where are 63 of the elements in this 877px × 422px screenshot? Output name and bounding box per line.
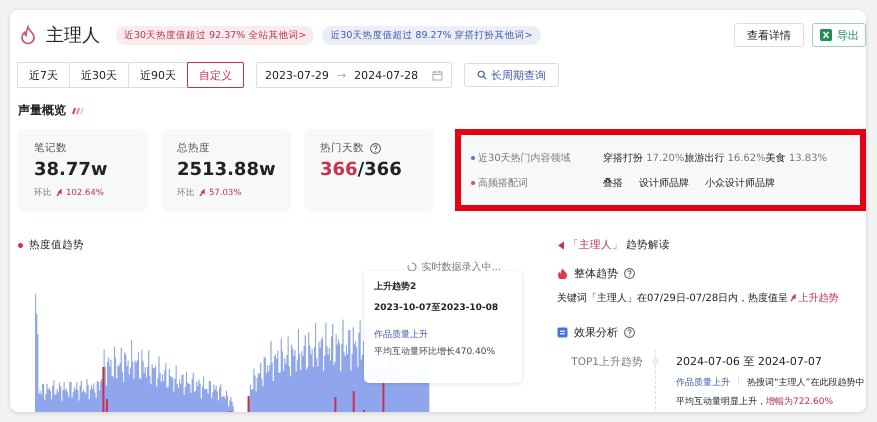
tooltip-title: 上升趋势2 [374,280,418,293]
status-text: 实时数据录入中... [421,260,501,274]
subsection-title: 整体趋势 [574,266,618,281]
pointer-icon [557,240,565,250]
flame-icon [557,268,568,279]
panel-title: 趋势解读 [626,238,670,252]
change-value: 102.64% [66,188,104,198]
compare-label: 环比 [177,187,195,199]
range-tab[interactable]: 近7天 [17,62,70,88]
keyword-title: 主理人 [46,24,100,47]
bullet-dot [18,242,23,248]
domain-share: 美食 13.83% [766,152,827,164]
related-word: 设计师品牌 [639,176,689,190]
rank-label: TOP1上升趋势 [570,355,643,370]
period-dates: 2024-07-06 至 2024-07-07 [676,354,823,369]
date-range-field[interactable]: 2023-07-29 → 2024-07-28 [256,62,452,88]
stat-label: 总热度 [177,141,210,155]
stat-label: 笔记数 [34,141,67,155]
tooltip-reason: 作品质量上升 [374,328,429,341]
stat-value: 2513.88w [177,159,275,180]
row-label: 高频搭配词 [478,176,529,190]
keyword-label: 「主理人」 [568,238,623,252]
highlighted-bar [382,381,384,412]
related-word: 小众设计师品牌 [705,176,775,190]
range-tab[interactable]: 近30天 [69,62,129,88]
range-tab[interactable]: 自定义 [187,62,244,88]
document-icon [557,327,568,338]
slash-marks-icon [70,106,86,114]
excel-icon [819,28,833,42]
trend-summary: 关键词「主理人」在07/29日-07/28日内，热度值呈 [557,292,788,305]
tooltip-detail: 平均互动量环比增长470.40% [374,346,496,358]
tooltip-dates: 2023-10-07至2023-10-08 [374,302,500,314]
chart-title: 热度值趋势 [29,238,84,252]
calendar-icon [432,70,443,80]
related-word: 叠搭 [603,176,623,190]
stat-label: 热门天数 [320,141,364,155]
trend-result: 上升趋势 [798,292,838,305]
help-icon [624,268,635,279]
range-tab[interactable]: 近90天 [128,62,188,88]
loading-icon [407,262,418,272]
highlighted-bar [248,396,250,412]
help-icon [624,327,635,338]
domain-share: 穿搭打扮 17.20% [603,152,684,164]
ranking-link[interactable]: 近30天热度值超过 92.37% 全站其他词> [116,26,314,44]
long-period-query-button[interactable]: 长周期查询 [464,63,559,87]
stat-value: 366/366 [320,159,403,180]
details-button[interactable]: 查看详情 [734,23,804,47]
analysis-text: 作品质量上升 热搜词“主理人”在此段趋势中平均互动量明显上升，增幅为722.60% [676,375,866,409]
section-title: 声量概览 [18,102,66,119]
export-button[interactable]: 导出 [812,23,866,47]
ranking-link[interactable]: 近30天热度值超过 89.27% 穿搭打扮其他词> [322,26,541,44]
flame-logo-icon [18,25,38,45]
help-icon [370,142,381,154]
highlighted-bar [334,397,336,412]
change-value: 57.03% [209,188,242,198]
search-icon [477,70,487,80]
subsection-title: 效果分析 [574,325,618,340]
highlighted-bar [352,391,355,412]
domain-share: 旅游出行 16.62% [684,152,766,164]
compare-label: 环比 [34,187,52,199]
stat-value: 38.77w [34,159,109,180]
row-label: 近30天热门内容领域 [478,152,572,164]
timeline-dot [652,358,659,365]
